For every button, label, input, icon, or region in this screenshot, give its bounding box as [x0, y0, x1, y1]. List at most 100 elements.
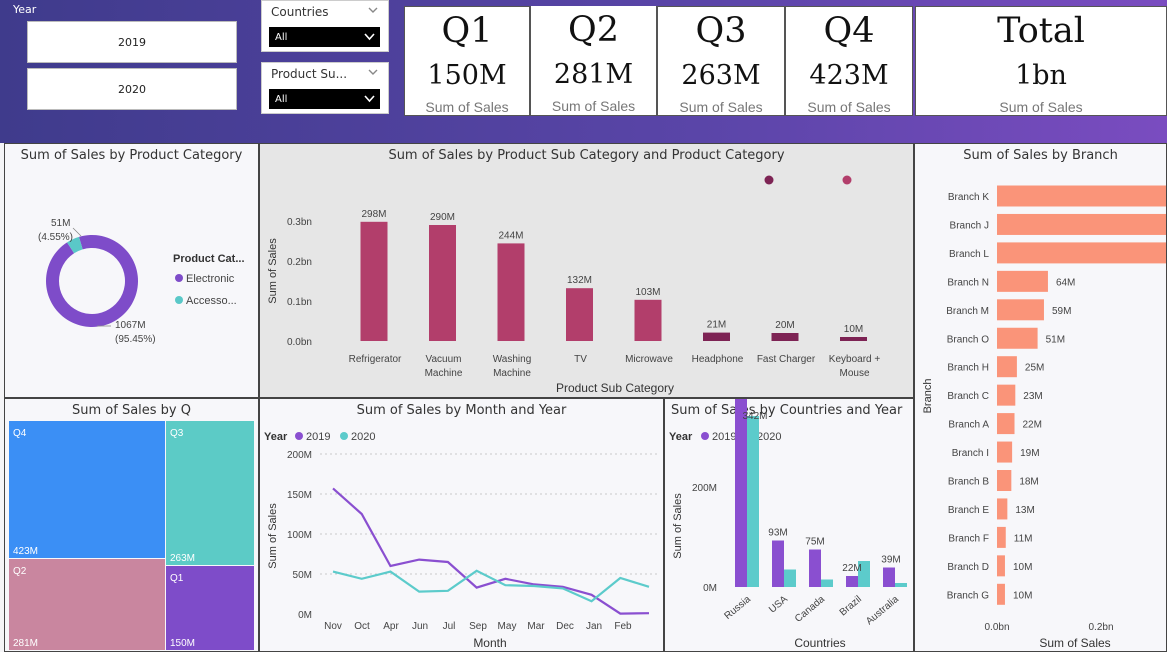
x-tick-label: Oct [354, 621, 370, 632]
tile-value: 423M [13, 546, 38, 557]
bar [997, 583, 1005, 605]
x-tick-label: May [498, 621, 517, 632]
data-label: 75M [805, 537, 824, 548]
y-tick-label: Branch B [948, 477, 989, 488]
legend-label: Electronic [186, 273, 235, 285]
y-tick-label: Branch N [947, 277, 989, 288]
x-tick-label: 0.2bn [1088, 622, 1113, 633]
data-label: 10M [1013, 562, 1032, 573]
data-label: 64M [1056, 277, 1075, 288]
x-tick-label: Dec [556, 621, 574, 632]
series-line [332, 569, 650, 603]
data-label: 23M [1023, 391, 1042, 402]
year-slicer-title: Year [13, 3, 37, 16]
kpi-title: Q1 [441, 11, 493, 51]
x-tick-label: Refrigerator [349, 354, 402, 365]
bar [784, 569, 796, 587]
y-tick-label: 0.1bn [287, 297, 312, 308]
legend-marker [175, 274, 183, 282]
year-option-2019[interactable]: 2019 [27, 21, 237, 63]
data-label: 18M [1019, 477, 1038, 488]
kpi-value: 150M [427, 60, 507, 91]
countries-dropdown[interactable]: All [269, 27, 380, 47]
quarter-treemap: Q4 423M Q2 281M Q3 263M Q1 150M [9, 421, 254, 650]
legend-marker [295, 432, 303, 440]
product-sub-dropdown[interactable]: All [269, 89, 380, 109]
y-tick-label: 150M [287, 490, 312, 501]
data-label: 11M [1014, 533, 1033, 544]
bar [997, 555, 1005, 577]
legend-marker [701, 432, 709, 440]
donut-slice [45, 235, 138, 327]
y-tick-label: 0.2bn [287, 257, 312, 268]
bar [997, 242, 1166, 264]
chevron-down-icon[interactable] [368, 5, 378, 15]
data-label: 59M [1052, 306, 1071, 317]
y-tick-label: 0M [703, 583, 717, 594]
data-label: 290M [430, 212, 455, 223]
kpi-value: 423M [809, 60, 889, 91]
branch-bar-chart: Branch K271MBranch J265MBranch L257MBran… [922, 185, 1166, 650]
data-label: 21M [707, 320, 726, 331]
bar [772, 540, 784, 587]
product-sub-slicer-title: Product Su... [271, 67, 348, 81]
bar [997, 526, 1006, 548]
y-tick-label: Branch F [948, 533, 989, 544]
y-tick-label: Branch J [950, 220, 989, 231]
tile-label: Q2 [13, 566, 27, 577]
tile-value: 281M [13, 638, 38, 649]
y-tick-label: 0.3bn [287, 217, 312, 228]
data-label: 1067M [115, 320, 146, 331]
data-label: 25M [1025, 363, 1044, 374]
bar [997, 327, 1038, 349]
donut-chart: 51M (4.55%) 1067M (95.45%) Product Cat... Ele… [38, 218, 245, 345]
x-tick-label: Mar [527, 621, 545, 632]
x-tick-label: Keyboard + [829, 354, 881, 365]
bar [895, 583, 907, 587]
tile-label: Q3 [170, 428, 184, 439]
tile-label: Q1 [170, 573, 184, 584]
x-tick-label: Mouse [839, 368, 869, 379]
x-tick-label: Australia [864, 594, 901, 628]
subcategory-panel: Sum of Sales by Product Sub Category and… [259, 143, 914, 398]
y-tick-label: Branch C [947, 391, 989, 402]
x-tick-label: Jul [443, 621, 456, 632]
subcategory-bar-chart: 0.0bn 0.1bn 0.2bn 0.3bn 298M Refrigerator 290M… [267, 175, 881, 395]
bar [497, 243, 525, 341]
bar [997, 270, 1048, 292]
y-tick-label: 0M [298, 610, 312, 621]
legend-label: 2020 [757, 431, 781, 443]
data-label: 22M [1023, 420, 1042, 431]
kpi-title: Total [997, 11, 1085, 51]
x-tick-label: Fast Charger [757, 354, 816, 365]
leader-line [72, 227, 82, 237]
tile-value: 150M [170, 638, 195, 649]
marker-dot [764, 175, 774, 185]
bar [703, 332, 730, 341]
data-label: 19M [1020, 448, 1039, 459]
y-tick-label: Branch L [949, 249, 989, 260]
year-option-2020[interactable]: 2020 [27, 68, 237, 110]
kpi-total-card: Total 1bn Sum of Sales [915, 6, 1167, 116]
x-tick-label: Machine [493, 368, 531, 379]
bar [997, 384, 1016, 406]
data-label: (4.55%) [38, 232, 73, 243]
countries-selected-value: All [275, 32, 288, 43]
kpi-q1-card: Q1 150M Sum of Sales [404, 6, 530, 116]
treemap-tile [9, 559, 165, 650]
x-tick-label: Nov [324, 621, 342, 632]
legend-label: 2020 [351, 431, 375, 443]
bar [840, 337, 867, 341]
y-tick-label: Branch G [947, 590, 989, 601]
bar [747, 416, 759, 587]
x-tick-label: 0.0bn [984, 622, 1009, 633]
x-tick-label: Canada [793, 594, 827, 625]
data-label: 10M [1013, 590, 1032, 601]
x-tick-label: Jun [412, 621, 428, 632]
bar [997, 413, 1015, 435]
bar [997, 299, 1044, 321]
y-tick-label: 0.0bn [287, 337, 312, 348]
chevron-down-icon[interactable] [368, 67, 378, 77]
bar [883, 567, 895, 587]
legend-marker [340, 432, 348, 440]
